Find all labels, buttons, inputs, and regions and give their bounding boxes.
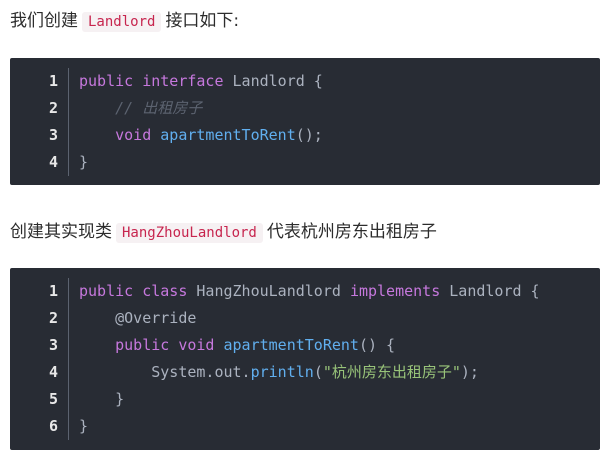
code-token: "杭州房东出租房子" — [322, 363, 461, 381]
code-line: 6} — [10, 413, 600, 440]
code-token: @Override — [79, 309, 197, 327]
code-token: } — [79, 417, 89, 435]
line-number: 5 — [48, 390, 58, 408]
line-number: 2 — [48, 309, 58, 327]
code-token: void — [178, 336, 215, 354]
code-token: Landlord { — [223, 72, 323, 90]
line-number: 1 — [48, 72, 58, 90]
code-token: apartmentToRent — [160, 126, 296, 144]
code-token: () { — [358, 336, 396, 354]
code-text: // 出租房子 — [79, 95, 202, 122]
code-line: 4 System.out.println("杭州房东出租房子"); — [10, 359, 600, 386]
code-token: public — [79, 72, 134, 90]
code-token: implements — [349, 282, 441, 300]
intro-paragraph-1: 我们创建 Landlord 接口如下: — [10, 9, 239, 34]
inline-code-landlord: Landlord — [82, 12, 162, 32]
code-token: println — [250, 363, 314, 381]
line-number: 3 — [48, 336, 58, 354]
code-token: class — [142, 282, 188, 300]
code-token: Landlord { — [440, 282, 540, 300]
code-token: HangZhouLandlord — [187, 282, 350, 300]
code-token: public — [115, 336, 170, 354]
code-line: 3 void apartmentToRent(); — [10, 122, 600, 149]
intro-paragraph-2: 创建其实现类 HangZhouLandlord 代表杭州房东出租房子 — [10, 220, 437, 245]
code-token: ( — [313, 363, 323, 381]
code-line: 2 @Override — [10, 305, 600, 332]
code-token: (); — [295, 126, 323, 144]
code-block-hangzhou-landlord-class: 1 public class HangZhouLandlord implement… — [10, 268, 600, 450]
code-token: } — [79, 390, 125, 408]
line-number: 6 — [48, 417, 58, 435]
line-number: 4 — [48, 363, 58, 381]
code-text: } — [79, 413, 88, 440]
code-text: public interface Landlord { — [79, 68, 323, 95]
code-text: public void apartmentToRent() { — [79, 332, 395, 359]
code-token: System.out. — [79, 363, 251, 381]
intro-text-after: 接口如下: — [165, 11, 240, 31]
inline-code-hangzhoulandlord: HangZhouLandlord — [116, 223, 263, 243]
code-text: } — [79, 386, 124, 413]
code-text: @Override — [79, 305, 196, 332]
code-line: 1 public class HangZhouLandlord implement… — [10, 278, 600, 305]
code-token: } — [79, 153, 89, 171]
code-token: interface — [142, 72, 224, 90]
intro-text-before: 创建其实现类 — [10, 222, 112, 242]
code-text: System.out.println("杭州房东出租房子"); — [79, 359, 479, 386]
line-number: 4 — [48, 153, 58, 171]
code-token: // 出租房子 — [115, 99, 203, 117]
code-token: public — [79, 282, 134, 300]
intro-text-after: 代表杭州房东出租房子 — [266, 222, 437, 242]
line-number: 1 — [48, 282, 58, 300]
code-text: public class HangZhouLandlord implements… — [79, 278, 540, 305]
line-number: 3 — [48, 126, 58, 144]
code-line: 2 // 出租房子 — [10, 95, 600, 122]
code-token: ); — [460, 363, 479, 381]
code-block-landlord-interface: 1 public interface Landlord {2 // 出租房子 3 v… — [10, 58, 600, 185]
code-line: 5 } — [10, 386, 600, 413]
code-token: void — [115, 126, 152, 144]
line-number: 2 — [48, 99, 58, 117]
code-line: 1 public interface Landlord { — [10, 68, 600, 95]
intro-text-before: 我们创建 — [10, 11, 78, 31]
code-token: apartmentToRent — [223, 336, 359, 354]
code-text: void apartmentToRent(); — [79, 122, 323, 149]
code-text: } — [79, 149, 88, 176]
code-line: 4} — [10, 149, 600, 176]
code-line: 3 public void apartmentToRent() { — [10, 332, 600, 359]
